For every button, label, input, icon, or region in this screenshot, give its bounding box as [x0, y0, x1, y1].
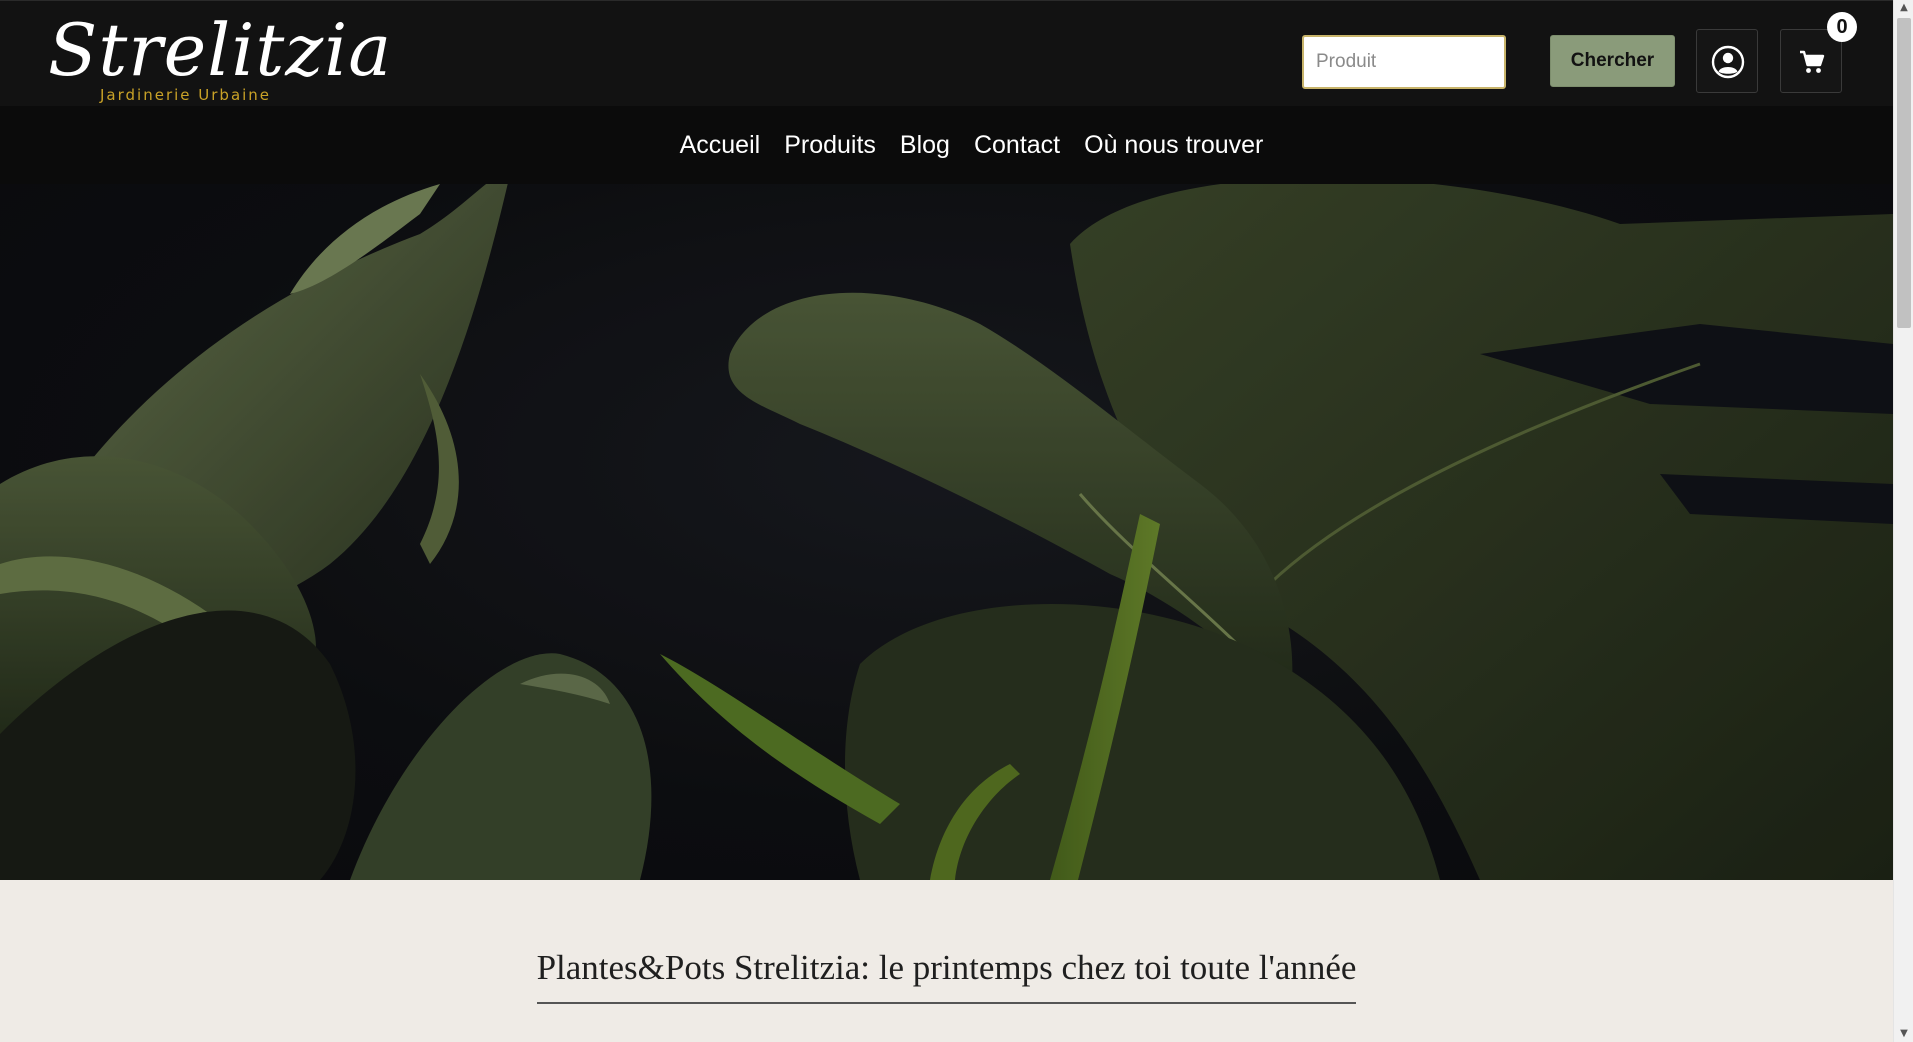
- vertical-scrollbar[interactable]: ▲ ▼: [1893, 0, 1913, 1042]
- site-header: Strelitzia Jardinerie Urbaine Chercher 0: [0, 0, 1893, 107]
- nav-item-produits[interactable]: Produits: [772, 131, 888, 160]
- nav-item-blog[interactable]: Blog: [888, 131, 962, 160]
- search-button[interactable]: Chercher: [1550, 35, 1675, 87]
- nav-item-ou-nous-trouver[interactable]: Où nous trouver: [1072, 131, 1275, 160]
- cart-icon: [1800, 50, 1825, 73]
- scroll-up-arrow-icon[interactable]: ▲: [1894, 0, 1913, 16]
- main-navigation: Accueil Produits Blog Contact Où nous tr…: [0, 106, 1893, 184]
- scrollbar-thumb[interactable]: [1897, 18, 1911, 328]
- cart-count-badge: 0: [1827, 12, 1857, 42]
- nav-item-contact[interactable]: Contact: [962, 131, 1072, 160]
- scroll-down-arrow-icon[interactable]: ▼: [1894, 1026, 1913, 1042]
- brand-logo[interactable]: Strelitzia Jardinerie Urbaine: [48, 8, 391, 105]
- hero-banner: [0, 184, 1893, 880]
- user-icon: [1711, 45, 1745, 79]
- page-headline: Plantes&Pots Strelitzia: le printemps ch…: [536, 948, 1357, 1004]
- account-button[interactable]: [1696, 29, 1758, 93]
- brand-tagline: Jardinerie Urbaine: [100, 86, 272, 104]
- page: Strelitzia Jardinerie Urbaine Chercher 0…: [0, 0, 1913, 1042]
- hero-image: [0, 184, 1893, 880]
- nav-item-accueil[interactable]: Accueil: [668, 131, 773, 160]
- brand-name: Strelitzia: [48, 8, 393, 92]
- search-input[interactable]: [1302, 35, 1506, 89]
- intro-section: Plantes&Pots Strelitzia: le printemps ch…: [0, 880, 1893, 1042]
